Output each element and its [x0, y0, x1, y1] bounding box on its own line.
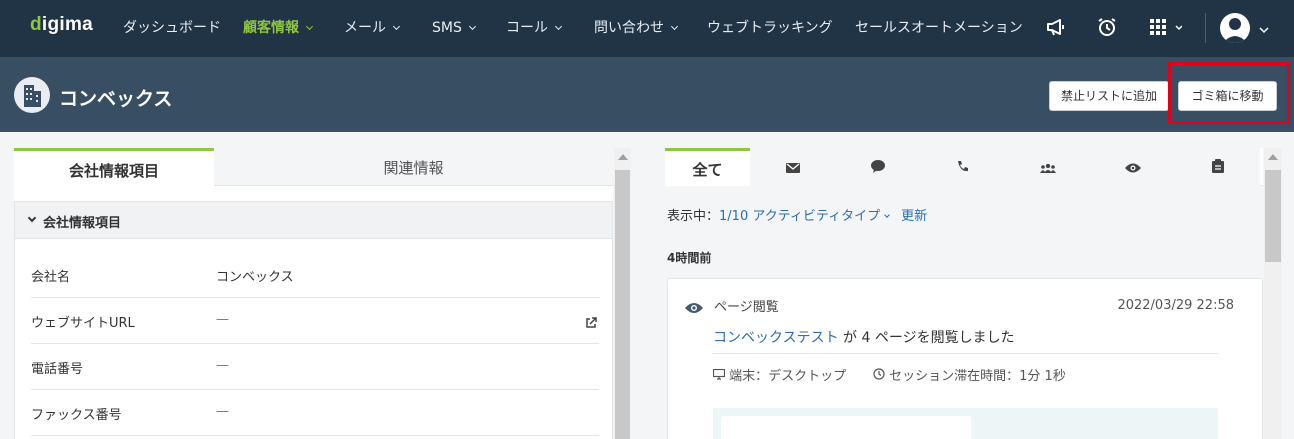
- right-scrollbar[interactable]: [1264, 148, 1282, 439]
- eye-icon: [685, 299, 703, 318]
- nav-item-call[interactable]: コール: [506, 19, 563, 37]
- left-scrollbar[interactable]: [614, 148, 631, 439]
- monitor-icon: [712, 368, 726, 384]
- mail-icon: [785, 158, 800, 177]
- activity-description: コンベックステスト が 4 ページを閲覧しました: [713, 330, 1015, 346]
- tab-company-info[interactable]: 会社情報項目: [14, 148, 214, 186]
- chevron-down-icon: [670, 22, 679, 31]
- nav-item-web-tracking[interactable]: ウェブトラッキング: [707, 19, 833, 37]
- nav-item-mail[interactable]: メール: [344, 19, 401, 37]
- tab-call[interactable]: [920, 148, 1005, 186]
- scroll-up-arrow-icon[interactable]: [618, 154, 628, 160]
- alarm-clock-icon[interactable]: [1096, 16, 1118, 42]
- nav-divider: [1205, 13, 1206, 43]
- page-title: コンベックス: [59, 88, 173, 110]
- device-info: 端末：デスクトップ: [712, 365, 846, 384]
- chevron-down-icon: [392, 22, 401, 31]
- external-link-icon[interactable]: [585, 314, 597, 333]
- building-icon: [14, 77, 50, 113]
- tab-group[interactable]: [1005, 148, 1090, 186]
- chevron-down-icon: [554, 22, 563, 31]
- company-info-panel: 会社情報項目 関連情報 会社情報項目 会社名 コンベックス ウェブサイトURL …: [14, 148, 613, 439]
- field-row-fax: ファックス番号 —: [31, 390, 599, 436]
- field-row-phone: 電話番号 —: [31, 344, 599, 390]
- scroll-up-arrow-icon[interactable]: [1268, 154, 1278, 160]
- tab-all[interactable]: 全て: [665, 148, 750, 186]
- chat-bubble-icon: [870, 158, 885, 177]
- chevron-down-icon: [468, 22, 476, 31]
- chevron-down-icon: [27, 213, 37, 223]
- chevron-down-icon[interactable]: [884, 212, 890, 218]
- nav-item-customer-info[interactable]: 顧客情報: [243, 19, 314, 37]
- field-label: 電話番号: [31, 362, 84, 377]
- scrollbar-thumb[interactable]: [1265, 170, 1281, 262]
- activity-type: ページ閲覧: [714, 300, 779, 315]
- field-row-company-name: 会社名 コンベックス: [31, 252, 599, 298]
- chevron-down-icon: [305, 22, 314, 31]
- field-value[interactable]: コンベックス: [216, 266, 294, 285]
- add-to-blacklist-button[interactable]: 禁止リストに追加: [1049, 81, 1169, 111]
- field-value[interactable]: —: [216, 312, 229, 327]
- tab-related-info[interactable]: 関連情報: [214, 148, 613, 186]
- field-value[interactable]: —: [216, 358, 229, 373]
- chevron-down-icon[interactable]: [1259, 20, 1269, 39]
- page-preview: [713, 408, 1218, 439]
- time-group-heading: 4時間前: [667, 251, 712, 265]
- user-avatar-icon[interactable]: [1220, 13, 1250, 43]
- clipboard-icon: [1211, 158, 1224, 177]
- activity-panel: 全て 表示中：1/10 アクティビティタイプ 更新 4時間前 ページ閲覧 2022…: [665, 148, 1263, 439]
- nav-item-dashboard[interactable]: ダッシュボード: [123, 19, 221, 37]
- group-icon: [1039, 158, 1056, 177]
- apps-grid-icon[interactable]: [1150, 19, 1183, 41]
- top-nav-bar: digima ダッシュボード 顧客情報 メール SMS コール 問い合わせ ウェ…: [0, 0, 1294, 57]
- clock-icon: [873, 368, 885, 384]
- tab-chat[interactable]: [835, 148, 920, 186]
- megaphone-icon[interactable]: [1045, 16, 1067, 42]
- company-header: コンベックス 禁止リストに追加 ゴミ箱に移動: [0, 57, 1294, 132]
- section-header[interactable]: 会社情報項目: [15, 202, 612, 239]
- refresh-link[interactable]: 更新: [901, 209, 927, 224]
- nav-item-sms[interactable]: SMS: [432, 19, 476, 37]
- highlight-box: [1168, 62, 1290, 124]
- tab-mail[interactable]: [750, 148, 835, 186]
- field-label: 会社名: [31, 270, 71, 285]
- field-row-website-url: ウェブサイトURL —: [31, 298, 599, 344]
- activity-tabs: 全て: [665, 148, 1263, 186]
- scrollbar-thumb[interactable]: [615, 170, 630, 439]
- contact-link[interactable]: コンベックステスト: [713, 330, 839, 346]
- activity-filter-status: 表示中：1/10 アクティビティタイプ 更新: [667, 209, 928, 224]
- eye-icon: [1124, 158, 1141, 177]
- nav-item-sales-automation[interactable]: セールスオートメーション: [855, 19, 1023, 37]
- activity-timestamp: 2022/03/29 22:58: [1117, 298, 1234, 313]
- session-duration: セッション滞在時間：1分 1秒: [873, 365, 1066, 384]
- field-label: ウェブサイトURL: [31, 316, 135, 331]
- divider: [713, 353, 1218, 354]
- tab-web-view[interactable]: [1090, 148, 1175, 186]
- tab-form[interactable]: [1175, 148, 1260, 186]
- field-value[interactable]: —: [216, 404, 229, 419]
- section-title: 会社情報項目: [43, 216, 122, 231]
- nav-item-inquiry[interactable]: 問い合わせ: [594, 19, 679, 37]
- digima-logo[interactable]: digima: [30, 14, 93, 36]
- field-label: ファックス番号: [31, 408, 122, 423]
- phone-icon: [956, 158, 969, 177]
- preview-card: [721, 416, 971, 439]
- activity-type-filter[interactable]: 1/10 アクティビティタイプ: [719, 209, 880, 224]
- company-info-section: 会社情報項目 会社名 コンベックス ウェブサイトURL — 電話番号 — ファッ…: [14, 201, 613, 439]
- activity-card: ページ閲覧 2022/03/29 22:58 コンベックステスト が 4 ページ…: [667, 278, 1263, 439]
